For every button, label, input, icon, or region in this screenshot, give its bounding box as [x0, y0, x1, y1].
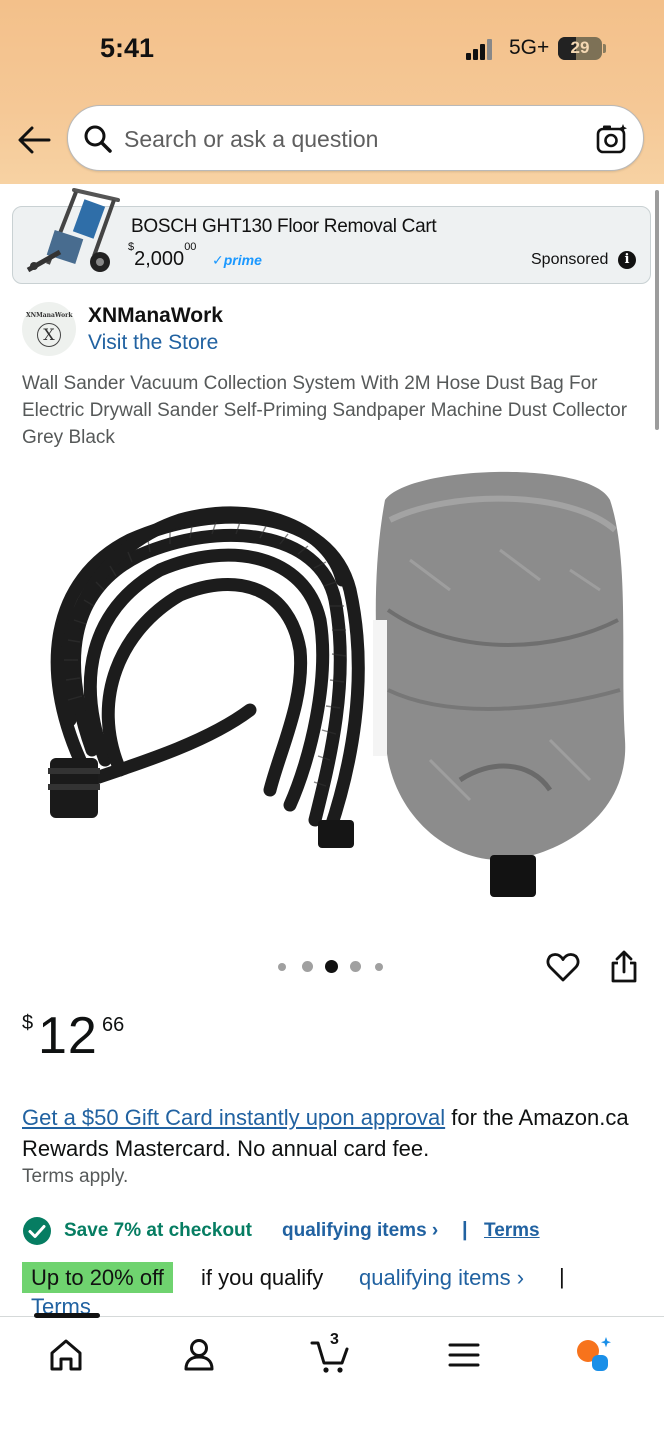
status-time: 5:41 — [100, 33, 155, 63]
save-qualifying-items-link[interactable]: qualifying items › — [282, 1220, 438, 1242]
carousel-dot[interactable] — [375, 963, 383, 971]
carousel-dot[interactable] — [350, 961, 361, 972]
store-logo-letter: X — [37, 323, 61, 347]
product-title: Wall Sander Vacuum Collection System Wit… — [22, 373, 628, 448]
back-arrow-icon[interactable] — [16, 122, 52, 158]
carousel-dot-active[interactable] — [325, 960, 338, 973]
account-icon[interactable] — [179, 1335, 219, 1375]
camera-search-icon[interactable] — [595, 122, 629, 156]
sponsored-price-symbol: $ — [128, 241, 135, 254]
check-circle-icon — [23, 1217, 51, 1245]
product-image[interactable] — [30, 460, 640, 900]
store-logo[interactable]: XNManaWork X — [22, 302, 76, 356]
battery-cap — [603, 44, 606, 53]
battery-icon: 29 — [558, 37, 602, 60]
signal-icon — [466, 38, 492, 60]
price-symbol: $ — [22, 1012, 34, 1034]
store-logo-text: XNManaWork — [26, 312, 73, 319]
carousel-dot[interactable] — [278, 963, 286, 971]
price-whole: 12 — [38, 1007, 98, 1065]
scrollbar[interactable] — [655, 190, 659, 430]
sponsored-label: Sponsored — [531, 251, 609, 268]
status-bar: 5:41 5G+ 29 — [0, 0, 664, 100]
cart-count: 3 — [330, 1331, 339, 1348]
upto-offer-row: Up to 20% off if you qualify qualifying … — [22, 1262, 652, 1294]
nav-active-indicator — [34, 1313, 100, 1318]
gift-card-offer-link[interactable]: Get a $50 Gift Card instantly upon appro… — [22, 1105, 445, 1130]
price-fraction: 66 — [102, 1014, 125, 1036]
header: 5:41 5G+ 29 — [0, 0, 664, 184]
product-page: 5:41 5G+ 29 Search or ask a question BOS… — [0, 0, 664, 1440]
sponsored-price-fraction: 00 — [184, 241, 197, 254]
sponsored-price-whole: 2,000 — [134, 248, 185, 270]
floor-cart-product-image[interactable] — [20, 186, 124, 278]
sponsored-title[interactable]: BOSCH GHT130 Floor Removal Cart — [131, 216, 437, 238]
share-icon[interactable] — [608, 950, 640, 984]
sponsored-price: $2,00000 — [128, 241, 196, 271]
card-offer: Get a $50 Gift Card instantly upon appro… — [22, 1102, 642, 1164]
upto-qualifying-items-link[interactable]: qualifying items › — [359, 1265, 524, 1291]
info-icon[interactable]: i — [618, 251, 636, 269]
battery-level: 29 — [570, 38, 590, 57]
save-text: Save 7% at checkout — [64, 1220, 252, 1241]
upto-separator: | — [559, 1264, 565, 1289]
save-separator: | — [462, 1219, 468, 1241]
prime-badge: ✓prime — [212, 252, 262, 268]
upto-badge: Up to 20% off — [22, 1262, 173, 1293]
store-name: XNManaWork — [88, 304, 223, 327]
network-type: 5G+ — [509, 36, 550, 59]
menu-icon[interactable] — [444, 1335, 484, 1375]
carousel-dot[interactable] — [302, 961, 313, 972]
terms-apply-text: Terms apply. — [22, 1166, 129, 1187]
home-icon[interactable] — [46, 1335, 86, 1375]
visit-store-link[interactable]: Visit the Store — [88, 331, 218, 355]
image-carousel-dots[interactable] — [278, 960, 388, 974]
heart-icon[interactable] — [546, 950, 580, 984]
cart-button[interactable]: 3 — [310, 1331, 350, 1375]
upto-text: if you qualify — [201, 1265, 324, 1290]
save-terms-link[interactable]: Terms — [484, 1220, 540, 1242]
bottom-nav: 3 — [0, 1313, 664, 1440]
search-bar[interactable] — [67, 105, 644, 171]
save-coupon-row: Save 7% at checkout qualifying items › |… — [22, 1216, 642, 1246]
search-input[interactable] — [124, 124, 574, 154]
rufus-icon[interactable] — [574, 1335, 614, 1375]
search-icon — [84, 125, 112, 153]
